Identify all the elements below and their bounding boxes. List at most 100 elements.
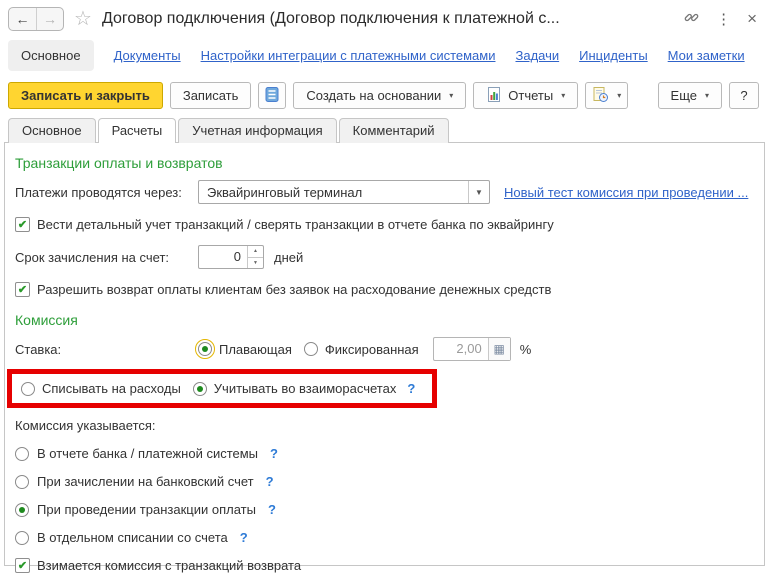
close-icon[interactable]: ×: [747, 9, 757, 29]
get-link-icon[interactable]: [683, 9, 700, 29]
radio-selected[interactable]: [195, 339, 215, 359]
help-question-mark[interactable]: ?: [407, 381, 415, 396]
tab-raschety[interactable]: Расчеты: [97, 118, 177, 143]
help-label: ?: [740, 88, 748, 103]
rate-value-field[interactable]: 2,00 ▦: [432, 337, 511, 361]
radio-unselected[interactable]: [15, 446, 29, 461]
tab-content-panel: Транзакции оплаты и возвратов Платежи пр…: [4, 142, 765, 573]
specified-separate-writeoff-label: В отдельном списании со счета: [37, 530, 228, 545]
commission-specified-label: Комиссия указывается:: [15, 418, 156, 433]
radio-unselected[interactable]: [21, 381, 35, 396]
app-window: ← → ☆ Договор подключения (Договор подкл…: [0, 0, 769, 575]
help-button[interactable]: ?: [729, 82, 759, 109]
section-heading-commission: Комиссия: [15, 312, 78, 328]
nav-item-moi-zametki[interactable]: Мои заметки: [668, 48, 745, 63]
register-records-button[interactable]: [258, 82, 287, 109]
specified-option-bank-report[interactable]: В отчете банка / платежной системы ?: [15, 446, 754, 461]
forward-button[interactable]: →: [36, 8, 63, 30]
radio-unselected[interactable]: [303, 342, 318, 356]
dropdown-caret-icon: ▾: [561, 91, 566, 100]
payments-via-label: Платежи проводятся через:: [15, 184, 182, 200]
specified-payment-transaction-label: При проведении транзакции оплаты: [37, 502, 256, 517]
allow-refund-checkbox-row[interactable]: ✔ Разрешить возврат оплаты клиентам без …: [15, 282, 754, 297]
rate-option-floating[interactable]: Плавающая: [195, 339, 292, 359]
payments-via-row: Платежи проводятся через: Эквайринговый …: [15, 180, 754, 204]
chevron-down-icon: ▼: [475, 187, 483, 197]
reports-button[interactable]: Отчеты ▾: [473, 82, 579, 109]
report-chart-icon: [486, 86, 502, 106]
specified-option-payment-transaction[interactable]: При проведении транзакции оплаты ?: [15, 502, 754, 517]
scheduled-docs-button[interactable]: ▾: [585, 82, 629, 109]
spin-up-icon: ▲: [253, 248, 258, 255]
radio-selected[interactable]: [15, 502, 29, 517]
help-question-mark[interactable]: ?: [266, 474, 274, 489]
check-icon: ✔: [17, 284, 28, 296]
create-based-on-label: Создать на основании: [306, 88, 442, 103]
checkbox-checked[interactable]: ✔: [15, 282, 30, 297]
checkbox-checked[interactable]: ✔: [15, 217, 30, 232]
calculator-button[interactable]: ▦: [487, 338, 510, 360]
tab-osnovnoe[interactable]: Основное: [8, 118, 96, 143]
spin-down-button[interactable]: ▼: [248, 256, 263, 269]
save-button[interactable]: Записать: [169, 82, 252, 109]
spin-up-button[interactable]: ▲: [248, 246, 263, 257]
nav-item-nastroyki-integracii[interactable]: Настройки интеграции с платежными систем…: [201, 48, 496, 63]
payments-via-value: Эквайринговый терминал: [207, 184, 363, 200]
radio-unselected[interactable]: [15, 530, 29, 545]
checkbox-checked[interactable]: ✔: [15, 558, 30, 573]
rate-fixed-label: Фиксированная: [324, 341, 419, 357]
spinner-buttons: ▲ ▼: [247, 246, 263, 268]
combobox-dropdown-button[interactable]: ▼: [468, 181, 489, 203]
nav-item-dokumenty[interactable]: Документы: [114, 48, 181, 63]
commission-test-link[interactable]: Новый тест комиссия при проведении ...: [504, 185, 748, 200]
detailed-accounting-label: Вести детальный учет транзакций / сверят…: [37, 217, 554, 232]
create-based-on-button[interactable]: Создать на основании ▾: [293, 82, 467, 109]
reports-label: Отчеты: [508, 88, 554, 103]
save-label: Записать: [182, 88, 239, 103]
favorite-star-icon[interactable]: ☆: [74, 9, 92, 29]
specified-option-bank-account[interactable]: При зачислении на банковский счет ?: [15, 474, 754, 489]
writeoff-option-expenses[interactable]: Списывать на расходы: [21, 381, 181, 396]
term-label: Срок зачисления на счет:: [15, 249, 170, 265]
rate-row: Ставка: Плавающая Фиксированная 2,00 ▦ %: [15, 337, 754, 361]
dropdown-caret-icon: ▾: [617, 91, 622, 100]
writeoff-expenses-label: Списывать на расходы: [42, 381, 181, 396]
return-commission-label: Взимается комиссия с транзакций возврата: [37, 558, 302, 573]
nav-item-zadachi[interactable]: Задачи: [515, 48, 559, 63]
document-clock-icon: [592, 86, 609, 106]
nav-item-osnovnoe[interactable]: Основное: [8, 40, 94, 71]
nav-item-incidenty[interactable]: Инциденты: [579, 48, 648, 63]
detailed-accounting-checkbox-row[interactable]: ✔ Вести детальный учет транзакций / свер…: [15, 217, 754, 232]
save-and-close-button[interactable]: Записать и закрыть: [8, 82, 163, 109]
rate-label: Ставка:: [15, 341, 62, 357]
forward-icon: →: [43, 11, 57, 27]
return-commission-checkbox-row[interactable]: ✔ Взимается комиссия с транзакций возвра…: [15, 558, 754, 573]
more-menu-icon[interactable]: ⋮: [716, 10, 731, 28]
window-header: ← → ☆ Договор подключения (Договор подкл…: [0, 0, 769, 38]
rate-option-fixed[interactable]: Фиксированная: [303, 341, 419, 357]
toolbar: Записать и закрыть Записать Создать на о…: [0, 79, 769, 118]
help-question-mark[interactable]: ?: [270, 446, 278, 461]
writeoff-option-settlements[interactable]: Учитывать во взаиморасчетах ?: [192, 381, 415, 396]
help-question-mark[interactable]: ?: [268, 502, 276, 517]
back-button[interactable]: ←: [9, 8, 36, 30]
tab-strip: Основное Расчеты Учетная информация Комм…: [0, 118, 769, 143]
radio-unselected[interactable]: [15, 474, 29, 489]
allow-refund-label: Разрешить возврат оплаты клиентам без за…: [37, 282, 552, 297]
history-nav: ← →: [8, 7, 64, 31]
more-actions-button[interactable]: Еще ▾: [657, 82, 722, 109]
payments-via-combobox[interactable]: Эквайринговый терминал ▼: [198, 180, 490, 204]
term-spinner[interactable]: 0 ▲ ▼: [198, 245, 264, 269]
specified-option-separate-writeoff[interactable]: В отдельном списании со счета ?: [15, 530, 754, 545]
navigation-bar: Основное Документы Настройки интеграции …: [0, 38, 769, 79]
help-question-mark[interactable]: ?: [240, 530, 248, 545]
check-icon: ✔: [17, 560, 28, 572]
radio-selected[interactable]: [192, 381, 207, 396]
save-and-close-label: Записать и закрыть: [21, 88, 150, 103]
tab-kommentariy[interactable]: Комментарий: [338, 118, 449, 143]
page-title: Договор подключения (Договор подключения…: [101, 10, 560, 27]
calculator-icon: ▦: [493, 342, 505, 356]
tab-uchetnaya-informaciya[interactable]: Учетная информация: [178, 118, 337, 143]
rate-floating-label: Плавающая: [219, 341, 292, 357]
spin-down-icon: ▼: [253, 259, 258, 266]
